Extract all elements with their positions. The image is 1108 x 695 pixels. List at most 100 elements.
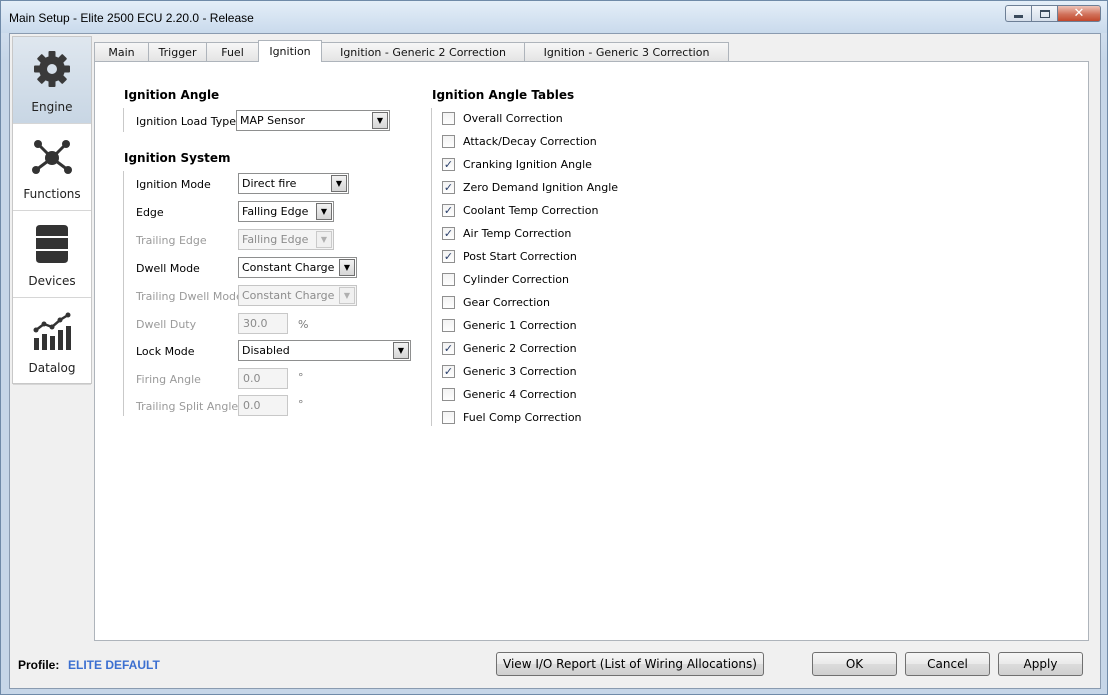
checkbox[interactable]: ✓ <box>442 204 455 217</box>
close-button[interactable]: ✕ <box>1057 5 1101 22</box>
table-checkbox-row[interactable]: Generic 1 Correction <box>442 319 577 332</box>
trailing-split-angle-label: Trailing Split Angle <box>136 400 239 413</box>
table-checkbox-row[interactable]: ✓ Generic 2 Correction <box>442 342 577 355</box>
category-devices[interactable]: Devices <box>13 211 91 298</box>
table-checkbox-row[interactable]: ✓ Zero Demand Ignition Angle <box>442 181 618 194</box>
checkbox-label: Cranking Ignition Angle <box>463 158 592 171</box>
check-icon: ✓ <box>443 204 454 217</box>
maximize-icon <box>1039 9 1050 18</box>
chevron-down-icon: ▼ <box>339 287 355 304</box>
check-icon: ✓ <box>443 227 454 240</box>
dialog-footer: Profile: ELITE DEFAULT View I/O Report (… <box>10 646 1100 686</box>
group-divider <box>123 171 124 416</box>
table-checkbox-row[interactable]: Attack/Decay Correction <box>442 135 597 148</box>
cancel-button[interactable]: Cancel <box>905 652 990 676</box>
table-checkbox-row[interactable]: ✓ Post Start Correction <box>442 250 577 263</box>
select-value: Constant Charge <box>242 261 335 274</box>
edge-select[interactable]: Falling Edge ▼ <box>238 201 334 222</box>
category-datalog[interactable]: Datalog <box>13 298 91 385</box>
trailing-split-angle-input: 0.0 <box>238 395 288 416</box>
minimize-button[interactable] <box>1005 5 1031 22</box>
checkbox-label: Gear Correction <box>463 296 550 309</box>
title-bar[interactable]: Main Setup - Elite 2500 ECU 2.20.0 - Rel… <box>1 1 1107 33</box>
check-icon: ✓ <box>443 158 454 171</box>
checkbox[interactable]: ✓ <box>442 365 455 378</box>
category-engine[interactable]: Engine <box>13 37 91 124</box>
checkbox[interactable] <box>442 273 455 286</box>
checkbox[interactable]: ✓ <box>442 342 455 355</box>
dwell-mode-select[interactable]: Constant Charge ▼ <box>238 257 357 278</box>
ok-button[interactable]: OK <box>812 652 897 676</box>
checkbox-label: Generic 3 Correction <box>463 365 577 378</box>
checkbox[interactable] <box>442 319 455 332</box>
checkbox-label: Attack/Decay Correction <box>463 135 597 148</box>
table-checkbox-row[interactable]: Gear Correction <box>442 296 550 309</box>
ignition-mode-select[interactable]: Direct fire ▼ <box>238 173 349 194</box>
ignition-load-type-label: Ignition Load Type <box>136 115 236 128</box>
ignition-load-type-select[interactable]: MAP Sensor ▼ <box>236 110 390 131</box>
select-value: Falling Edge <box>242 233 309 246</box>
window-controls: ✕ <box>1005 5 1101 22</box>
checkbox[interactable]: ✓ <box>442 250 455 263</box>
check-icon: ✓ <box>443 181 454 194</box>
tab-ignition[interactable]: Ignition <box>258 40 322 62</box>
edge-label: Edge <box>136 206 164 219</box>
table-checkbox-row[interactable]: ✓ Coolant Temp Correction <box>442 204 598 217</box>
chevron-down-icon: ▼ <box>316 231 332 248</box>
checkbox[interactable] <box>442 411 455 424</box>
checkbox[interactable] <box>442 296 455 309</box>
window-title: Main Setup - Elite 2500 ECU 2.20.0 - Rel… <box>9 11 254 25</box>
chevron-down-icon[interactable]: ▼ <box>331 175 347 192</box>
network-icon <box>32 140 72 174</box>
degree-unit: ° <box>298 398 304 411</box>
profile-label: Profile: <box>18 658 60 672</box>
table-checkbox-row[interactable]: Cylinder Correction <box>442 273 569 286</box>
tab-trigger[interactable]: Trigger <box>148 42 207 62</box>
ignition-tab-panel: Ignition Angle Ignition Load Type MAP Se… <box>94 61 1089 641</box>
tab-ignition-generic-2[interactable]: Ignition - Generic 2 Correction <box>321 42 525 62</box>
chevron-down-icon[interactable]: ▼ <box>316 203 332 220</box>
group-divider <box>431 108 432 426</box>
checkbox[interactable] <box>442 388 455 401</box>
select-value: Falling Edge <box>242 205 309 218</box>
table-checkbox-row[interactable]: ✓ Cranking Ignition Angle <box>442 158 592 171</box>
chevron-down-icon[interactable]: ▼ <box>339 259 355 276</box>
table-checkbox-row[interactable]: Fuel Comp Correction <box>442 411 582 424</box>
view-io-report-button[interactable]: View I/O Report (List of Wiring Allocati… <box>496 652 764 676</box>
tab-strip: Main Trigger Fuel Ignition Ignition - Ge… <box>94 40 729 62</box>
maximize-button[interactable] <box>1031 5 1057 22</box>
checkbox-label: Coolant Temp Correction <box>463 204 599 217</box>
trailing-dwell-mode-label: Trailing Dwell Mode <box>136 290 243 303</box>
select-value: Direct fire <box>242 177 297 190</box>
checkbox-label: Generic 2 Correction <box>463 342 577 355</box>
tab-main[interactable]: Main <box>94 42 149 62</box>
ignition-angle-heading: Ignition Angle <box>124 88 220 102</box>
dialog-client-area: Engine Functions Devices Datalog Main Tr… <box>9 33 1101 689</box>
category-functions[interactable]: Functions <box>13 124 91 211</box>
table-checkbox-row[interactable]: ✓ Air Temp Correction <box>442 227 571 240</box>
checkbox[interactable] <box>442 112 455 125</box>
checkbox[interactable]: ✓ <box>442 227 455 240</box>
table-checkbox-row[interactable]: ✓ Generic 3 Correction <box>442 365 577 378</box>
checkbox-label: Post Start Correction <box>463 250 577 263</box>
checkbox-label: Generic 4 Correction <box>463 388 577 401</box>
checkbox-label: Overall Correction <box>463 112 563 125</box>
table-checkbox-row[interactable]: Overall Correction <box>442 112 563 125</box>
tab-fuel[interactable]: Fuel <box>206 42 259 62</box>
chevron-down-icon[interactable]: ▼ <box>393 342 409 359</box>
chevron-down-icon[interactable]: ▼ <box>372 112 388 129</box>
lock-mode-label: Lock Mode <box>136 345 195 358</box>
bar-chart-icon <box>33 312 71 350</box>
close-icon: ✕ <box>1073 6 1085 21</box>
lock-mode-select[interactable]: Disabled ▼ <box>238 340 411 361</box>
select-value: MAP Sensor <box>240 114 305 127</box>
checkbox[interactable]: ✓ <box>442 158 455 171</box>
table-checkbox-row[interactable]: Generic 4 Correction <box>442 388 577 401</box>
degree-unit: ° <box>298 371 304 384</box>
group-divider <box>123 108 124 132</box>
checkbox[interactable]: ✓ <box>442 181 455 194</box>
checkbox[interactable] <box>442 135 455 148</box>
tab-ignition-generic-3[interactable]: Ignition - Generic 3 Correction <box>524 42 729 62</box>
apply-button[interactable]: Apply <box>998 652 1083 676</box>
trailing-edge-select: Falling Edge ▼ <box>238 229 334 250</box>
